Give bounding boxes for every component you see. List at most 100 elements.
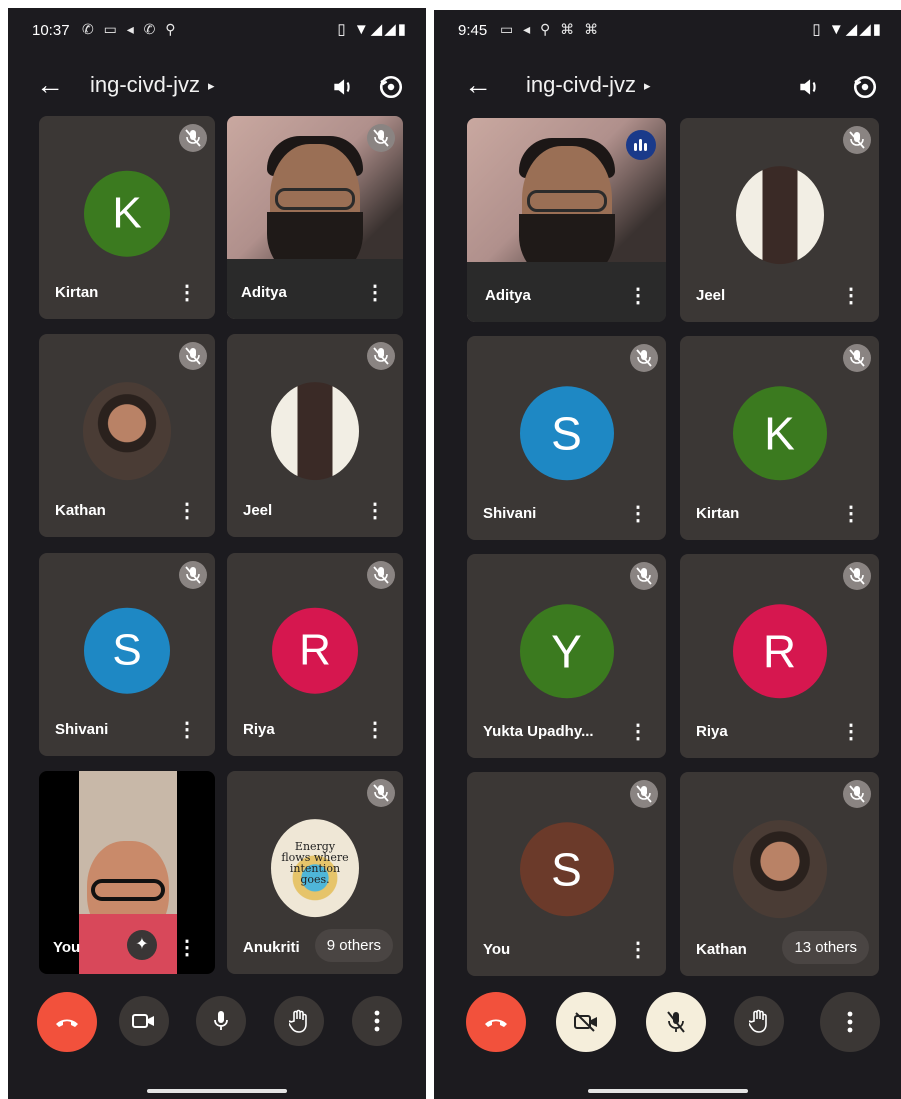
more-options-icon[interactable]: ⋮ — [177, 501, 197, 521]
more-options-icon[interactable]: ⋮ — [177, 720, 197, 740]
video-off-icon — [574, 1012, 597, 1032]
participant-name: Yukta Upadhy... — [483, 723, 594, 740]
participant-tile[interactable]: S Shivani ⋮ — [39, 553, 215, 756]
participant-name: Aditya — [241, 284, 287, 301]
profile-photo-avatar — [271, 381, 359, 480]
more-options-icon[interactable]: ⋮ — [177, 283, 197, 303]
mic-off-icon — [843, 562, 871, 590]
avatar: Y — [519, 604, 614, 699]
end-call-button[interactable] — [466, 992, 526, 1052]
hang-up-icon — [56, 1019, 78, 1027]
participant-tile[interactable]: K Kirtan ⋮ — [39, 116, 215, 319]
notification-icons: ✆ ▭ ◂ ✆ ⚲ — [82, 21, 179, 37]
avatar: R — [272, 607, 358, 694]
call-controls — [8, 992, 426, 1066]
status-bar: 10:37 ✆ ▭ ◂ ✆ ⚲ ▯ ▼◢◢▮ — [8, 8, 426, 56]
avatar: K — [84, 170, 170, 257]
mic-off-icon — [843, 780, 871, 808]
video-camera-icon — [132, 1014, 154, 1028]
participant-name: Kathan — [696, 941, 747, 958]
status-time: 9:45 — [458, 22, 488, 39]
speaking-indicator-icon — [626, 130, 656, 160]
mic-off-icon — [843, 126, 871, 154]
call-controls — [434, 992, 901, 1066]
participant-name: Kirtan — [696, 505, 740, 522]
self-tile[interactable]: S You ⋮ — [467, 772, 666, 976]
profile-photo-avatar — [83, 381, 171, 480]
more-options-icon[interactable]: ⋮ — [628, 940, 648, 960]
participant-tile[interactable]: S Shivani ⋮ — [467, 336, 666, 540]
mic-off-icon — [179, 342, 207, 370]
participant-video-tile[interactable]: Aditya ⋮ — [227, 116, 403, 319]
switch-camera-icon[interactable] — [378, 74, 404, 100]
participant-tile[interactable]: Y Yukta Upadhy... ⋮ — [467, 554, 666, 758]
mic-off-button[interactable] — [646, 992, 706, 1052]
microphone-button[interactable] — [196, 996, 246, 1046]
microphone-icon — [214, 1011, 228, 1030]
home-indicator[interactable] — [147, 1089, 287, 1093]
participant-name: You — [53, 939, 81, 956]
raise-hand-button[interactable] — [734, 996, 784, 1046]
participant-tile[interactable]: Energy flows where intention goes. Anukr… — [227, 771, 403, 974]
more-options-icon[interactable]: ⋮ — [628, 286, 648, 306]
participant-name: Kirtan — [55, 284, 99, 301]
camera-off-button[interactable] — [556, 992, 616, 1052]
caret-icon: ▸ — [208, 78, 215, 93]
more-actions-button[interactable] — [820, 992, 880, 1052]
back-arrow-icon[interactable]: ← — [464, 70, 492, 100]
avatar: K — [732, 386, 827, 481]
participant-name: Riya — [243, 721, 275, 738]
others-count-badge[interactable]: 9 others — [314, 929, 393, 962]
speaker-icon[interactable] — [330, 74, 356, 100]
back-arrow-icon[interactable]: ← — [36, 70, 64, 100]
mic-off-icon — [367, 561, 395, 589]
more-actions-button[interactable] — [352, 996, 402, 1046]
participant-tile[interactable]: Kathan ⋮ — [39, 334, 215, 537]
participant-tile[interactable]: Kathan 13 others — [680, 772, 879, 976]
meeting-code[interactable]: ing-civd-jvz ▸ — [526, 72, 651, 98]
hand-icon — [289, 1009, 307, 1033]
participant-tile[interactable]: R Riya ⋮ — [680, 554, 879, 758]
participant-video-tile[interactable]: Aditya ⋮ — [467, 118, 666, 322]
more-options-icon[interactable]: ⋮ — [365, 720, 385, 740]
more-vert-icon — [374, 1010, 380, 1032]
participant-name: Jeel — [696, 287, 726, 304]
more-options-icon[interactable]: ⋮ — [841, 504, 861, 524]
switch-camera-icon[interactable] — [852, 74, 878, 100]
more-options-icon[interactable]: ⋮ — [628, 504, 648, 524]
more-options-icon[interactable]: ⋮ — [841, 286, 861, 306]
more-options-icon[interactable]: ⋮ — [841, 722, 861, 742]
meeting-header: ← ing-civd-jvz ▸ — [8, 64, 426, 112]
meeting-code-text: ing-civd-jvz — [90, 72, 201, 97]
end-call-button[interactable] — [37, 992, 97, 1052]
others-count-badge[interactable]: 13 others — [782, 931, 869, 964]
mic-off-icon — [367, 124, 395, 152]
speaker-icon[interactable] — [796, 74, 822, 100]
raise-hand-button[interactable] — [274, 996, 324, 1046]
home-indicator[interactable] — [587, 1089, 748, 1093]
meeting-code[interactable]: ing-civd-jvz ▸ — [90, 72, 215, 98]
more-options-icon[interactable]: ⋮ — [365, 283, 385, 303]
profile-photo-avatar: Energy flows where intention goes. — [271, 818, 359, 917]
participant-tile[interactable]: R Riya ⋮ — [227, 553, 403, 756]
mic-off-icon — [630, 562, 658, 590]
self-video-tile[interactable]: You ✦ ⋮ — [39, 771, 215, 974]
participant-tile[interactable]: Jeel ⋮ — [227, 334, 403, 537]
hang-up-icon — [485, 1019, 507, 1027]
more-vert-icon — [847, 1011, 853, 1033]
effects-sparkle-icon[interactable]: ✦ — [127, 930, 157, 960]
video-feed-glasses — [275, 188, 355, 210]
participant-name: Anukriti — [243, 939, 300, 956]
more-options-icon[interactable]: ⋮ — [177, 938, 197, 958]
mic-off-icon — [367, 342, 395, 370]
more-options-icon[interactable]: ⋮ — [365, 501, 385, 521]
participant-tile[interactable]: K Kirtan ⋮ — [680, 336, 879, 540]
caret-icon: ▸ — [644, 78, 651, 93]
camera-button[interactable] — [119, 996, 169, 1046]
more-options-icon[interactable]: ⋮ — [628, 722, 648, 742]
mic-off-icon — [179, 561, 207, 589]
notification-icons: ▭ ◂ ⚲ ⌘ ⌘ — [500, 21, 602, 37]
system-icons: ▯ ▼◢◢▮ — [337, 21, 408, 38]
avatar: S — [84, 607, 170, 694]
participant-tile[interactable]: Jeel ⋮ — [680, 118, 879, 322]
